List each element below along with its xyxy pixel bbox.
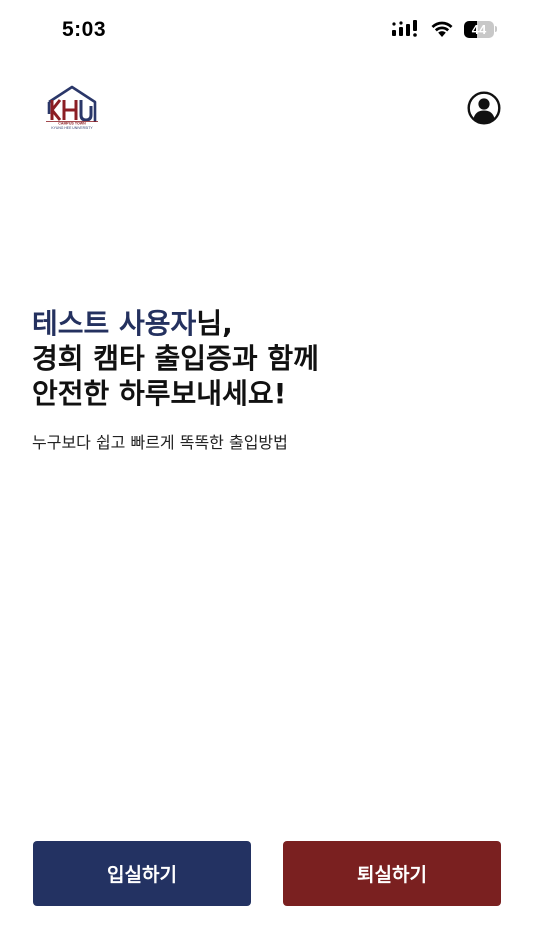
- logo-university: KYUNG HEE UNIVERSITY: [51, 126, 93, 130]
- battery-level: 44: [471, 21, 487, 37]
- wifi-icon: [431, 21, 453, 37]
- status-bar: 5:03 44: [0, 0, 534, 60]
- greeting-line-1: 테스트 사용자님,: [32, 306, 502, 341]
- greeting-headline: 테스트 사용자님, 경희 캠타 출입증과 함께 안전한 하루보내세요!: [32, 306, 502, 411]
- greeting-section: 테스트 사용자님, 경희 캠타 출입증과 함께 안전한 하루보내세요! 누구보다…: [32, 306, 502, 453]
- battery-icon: 44: [464, 20, 498, 38]
- khu-campus-town-logo: CAMPUS TOWN KYUNG HEE UNIVERSITY: [46, 85, 98, 130]
- check-out-button[interactable]: 퇴실하기: [283, 841, 501, 906]
- user-name: 테스트 사용자: [32, 307, 197, 340]
- greeting-subtitle: 누구보다 쉽고 빠르게 똑똑한 출입방법: [32, 433, 288, 452]
- cellular-signal-icon: [392, 20, 417, 37]
- greeting-line-2: 경희 캠타 출입증과 함께: [32, 342, 319, 375]
- greeting-suffix: 님,: [196, 307, 233, 340]
- check-in-button[interactable]: 입실하기: [33, 841, 251, 906]
- action-buttons: 입실하기 퇴실하기: [33, 841, 501, 906]
- status-time: 5:03: [62, 18, 107, 41]
- greeting-line-3: 안전한 하루보내세요!: [32, 377, 287, 410]
- user-circle-icon[interactable]: [467, 91, 501, 125]
- status-icons: 44: [392, 20, 498, 38]
